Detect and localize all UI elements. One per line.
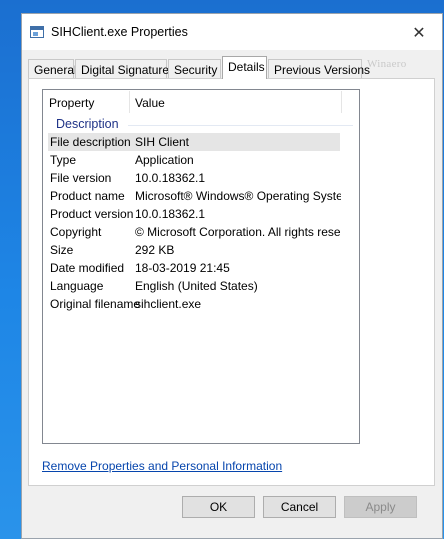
property-value: © Microsoft Corporation. All rights rese… [135, 225, 341, 239]
property-value: 10.0.18362.1 [135, 171, 206, 185]
details-panel: Property Value Description File descript… [28, 78, 435, 486]
property-name: Product version [50, 207, 134, 221]
list-header: Property Value [43, 90, 359, 114]
property-value: English (United States) [135, 279, 258, 293]
list-item[interactable]: File description SIH Client [43, 133, 359, 151]
list-item[interactable]: Date modified 18-03-2019 21:45 [43, 259, 359, 277]
tab-digital-signatures[interactable]: Digital Signatures [75, 59, 175, 78]
property-rows: File description SIH Client Type Applica… [43, 133, 359, 313]
tab-details[interactable]: Details [222, 56, 267, 79]
tab-security[interactable]: Security [168, 59, 221, 78]
group-header-description: Description [56, 117, 119, 131]
list-item[interactable]: Original filename sihclient.exe [43, 295, 359, 313]
property-name: Size [50, 243, 74, 257]
title-bar[interactable]: SIHClient.exe Properties ✕ [22, 14, 442, 50]
property-name: File description [50, 135, 131, 149]
tab-general[interactable]: General [28, 59, 77, 78]
list-item[interactable]: Product version 10.0.18362.1 [43, 205, 359, 223]
apply-button[interactable]: Apply [344, 496, 417, 518]
property-name: Copyright [50, 225, 102, 239]
column-divider[interactable] [129, 91, 130, 113]
list-item[interactable]: Type Application [43, 151, 359, 169]
properties-window-icon [30, 26, 44, 38]
property-name: Language [50, 279, 104, 293]
property-value: 292 KB [135, 243, 175, 257]
property-name: Original filename [50, 297, 141, 311]
cancel-button[interactable]: Cancel [263, 496, 336, 518]
remove-properties-link[interactable]: Remove Properties and Personal Informati… [42, 459, 282, 473]
property-value: Application [135, 153, 194, 167]
properties-dialog: SIHClient.exe Properties ✕ General Digit… [21, 13, 443, 539]
property-value: sihclient.exe [135, 297, 202, 311]
property-value: Microsoft® Windows® Operating System [135, 189, 341, 203]
column-divider[interactable] [341, 91, 342, 113]
group-divider [128, 125, 353, 126]
list-item[interactable]: Size 292 KB [43, 241, 359, 259]
property-name: File version [50, 171, 112, 185]
list-item[interactable]: Product name Microsoft® Windows® Operati… [43, 187, 359, 205]
watermark: Winaero [367, 58, 407, 70]
tab-previous-versions[interactable]: Previous Versions [268, 59, 370, 78]
details-listview[interactable]: Property Value Description File descript… [42, 89, 360, 444]
list-item[interactable]: Copyright © Microsoft Corporation. All r… [43, 223, 359, 241]
property-value: SIH Client [135, 135, 190, 149]
column-header-value[interactable]: Value [135, 96, 165, 110]
list-item[interactable]: Language English (United States) [43, 277, 359, 295]
property-name: Date modified [50, 261, 125, 275]
ok-button[interactable]: OK [182, 496, 255, 518]
property-value: 18-03-2019 21:45 [135, 261, 230, 275]
property-value: 10.0.18362.1 [135, 207, 206, 221]
column-header-property[interactable]: Property [49, 96, 94, 110]
close-icon[interactable]: ✕ [396, 14, 442, 50]
window-title: SIHClient.exe Properties [51, 25, 188, 39]
list-item[interactable]: File version 10.0.18362.1 [43, 169, 359, 187]
property-name: Product name [50, 189, 125, 203]
property-name: Type [50, 153, 77, 167]
